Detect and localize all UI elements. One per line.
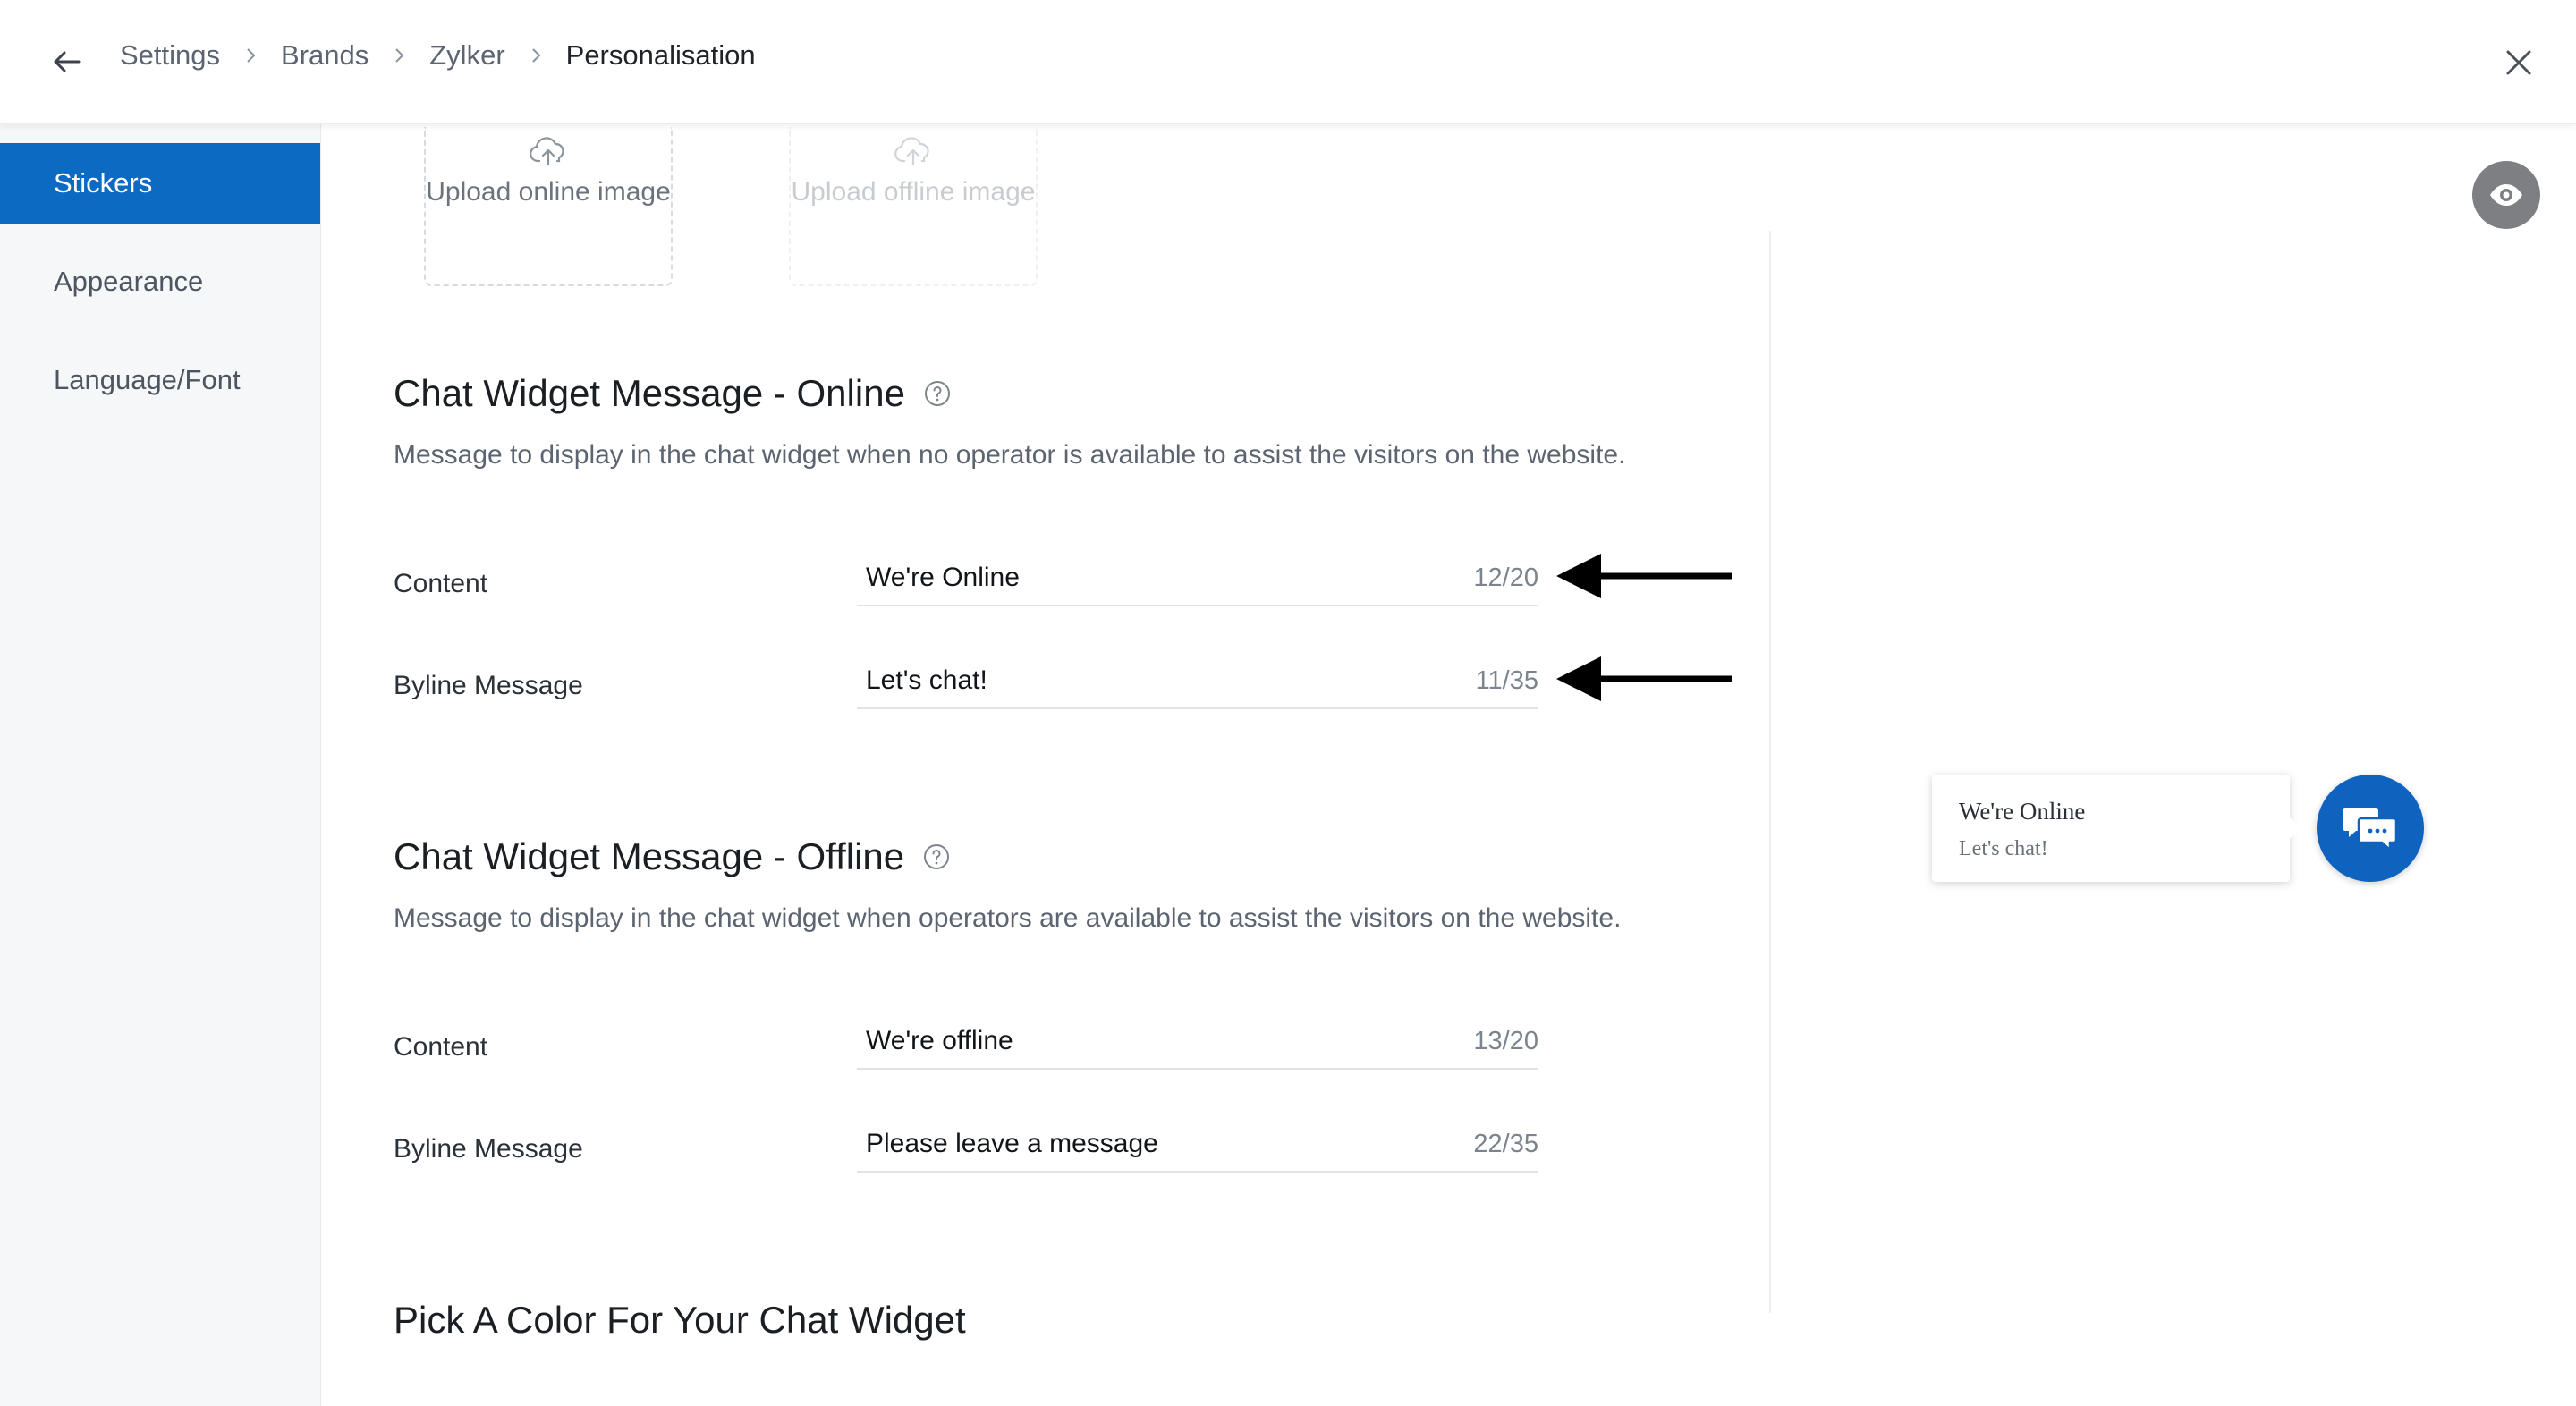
offline-content-counter: 13/20 xyxy=(1473,1027,1538,1055)
color-section-title: Pick A Color For Your Chat Widget xyxy=(394,1299,966,1341)
upload-offline-image-button: Upload offline image xyxy=(789,127,1038,286)
offline-byline-field: 22/35 xyxy=(857,1119,1538,1173)
online-byline-field: 11/35 xyxy=(857,656,1538,709)
online-byline-input[interactable] xyxy=(866,656,1402,706)
offline-section-title: Chat Widget Message - Offline xyxy=(394,835,951,878)
upload-online-label: Upload online image xyxy=(426,177,671,207)
back-arrow-icon[interactable] xyxy=(47,41,88,82)
chevron-right-icon xyxy=(388,45,410,66)
online-content-input[interactable] xyxy=(866,553,1402,603)
online-section-title-text: Chat Widget Message - Online xyxy=(394,372,905,414)
sidebar: Stickers Appearance Language/Font xyxy=(0,124,321,1406)
cloud-upload-icon xyxy=(894,136,933,168)
sidebar-item-language-font[interactable]: Language/Font xyxy=(0,340,320,420)
close-icon[interactable] xyxy=(2501,45,2537,80)
offline-byline-counter: 22/35 xyxy=(1473,1130,1538,1158)
arrow-left-annotation xyxy=(1556,656,1732,701)
preview-divider xyxy=(1769,231,1771,1313)
upload-online-image-button[interactable]: Upload online image xyxy=(424,127,673,286)
chat-sticker-preview[interactable]: We're Online Let's chat! xyxy=(1932,775,2301,882)
online-section-description: Message to display in the chat widget wh… xyxy=(394,440,1626,470)
sidebar-item-appearance[interactable]: Appearance xyxy=(0,241,320,322)
online-content-counter: 12/20 xyxy=(1473,563,1538,592)
offline-content-label: Content xyxy=(394,1032,488,1062)
breadcrumb-settings[interactable]: Settings xyxy=(120,39,220,72)
top-bar: Settings Brands Zylker Personalisation xyxy=(0,0,2576,124)
sticker-subtitle: Let's chat! xyxy=(1959,837,2048,860)
breadcrumb-brands[interactable]: Brands xyxy=(281,39,369,72)
chat-bubbles-icon xyxy=(2343,808,2398,852)
online-byline-counter: 11/35 xyxy=(1475,666,1538,695)
help-icon[interactable] xyxy=(923,379,952,408)
preview-eye-button[interactable] xyxy=(2472,161,2540,229)
online-byline-label: Byline Message xyxy=(394,671,583,700)
offline-byline-input[interactable] xyxy=(866,1119,1402,1169)
chevron-right-icon xyxy=(525,45,547,66)
eye-icon xyxy=(2490,184,2522,206)
online-content-label: Content xyxy=(394,569,488,598)
upload-offline-label: Upload offline image xyxy=(791,177,1036,207)
breadcrumb-current-page: Personalisation xyxy=(565,39,756,71)
sticker-title: We're Online xyxy=(1959,798,2086,825)
chat-widget-button[interactable] xyxy=(2317,775,2424,882)
breadcrumb-zylker[interactable]: Zylker xyxy=(429,39,504,72)
offline-section-title-text: Chat Widget Message - Offline xyxy=(394,835,905,877)
help-icon[interactable] xyxy=(922,843,951,871)
cloud-upload-icon xyxy=(529,136,568,168)
offline-byline-label: Byline Message xyxy=(394,1134,583,1164)
offline-section-description: Message to display in the chat widget wh… xyxy=(394,903,1622,933)
sidebar-item-stickers[interactable]: Stickers xyxy=(0,143,320,224)
arrow-left-annotation xyxy=(1556,554,1732,598)
online-section-title: Chat Widget Message - Online xyxy=(394,372,952,415)
online-content-field: 12/20 xyxy=(857,553,1538,606)
breadcrumb: Settings Brands Zylker Personalisation xyxy=(120,39,756,72)
chevron-right-icon xyxy=(240,45,261,66)
offline-content-field: 13/20 xyxy=(857,1016,1538,1070)
offline-content-input[interactable] xyxy=(866,1016,1402,1066)
